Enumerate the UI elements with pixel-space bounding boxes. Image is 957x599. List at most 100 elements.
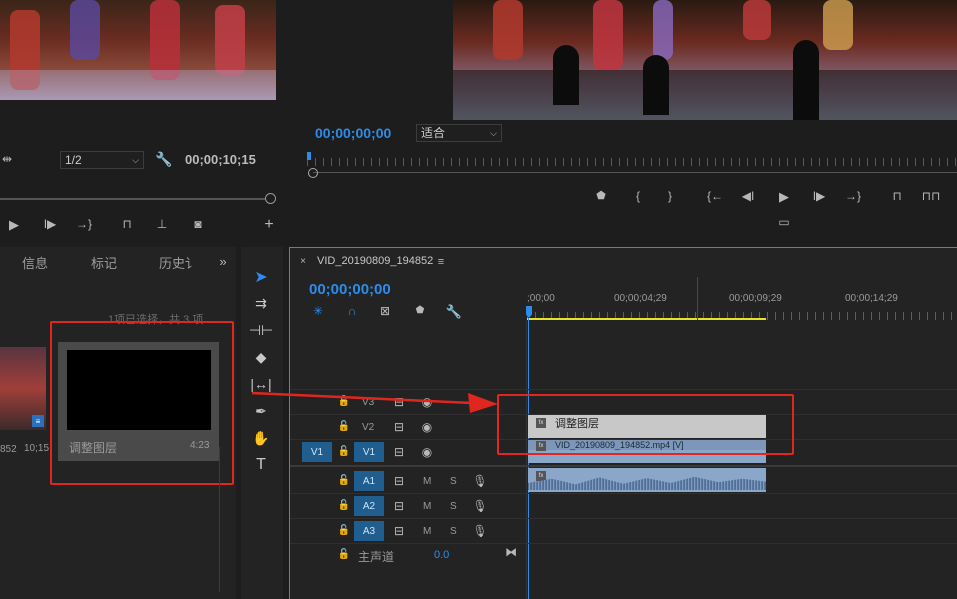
solo-button[interactable]: S bbox=[450, 526, 457, 537]
track-separator bbox=[290, 518, 957, 519]
insert-icon[interactable]: ⊓ bbox=[118, 216, 136, 232]
track-target-a2[interactable]: A2 bbox=[354, 496, 384, 516]
wrench-icon[interactable]: 🔧 bbox=[155, 151, 172, 167]
trim-in-out-icon[interactable]: ⇹ bbox=[0, 151, 14, 167]
toggle-sync-lock-icon[interactable]: ⊟ bbox=[392, 421, 406, 433]
sequence-icon: ≡ bbox=[32, 415, 44, 427]
add-marker-icon[interactable]: ⬟ bbox=[594, 189, 608, 203]
safe-margins-icon[interactable]: ▭ bbox=[775, 215, 793, 229]
program-playhead-timecode[interactable]: 00;00;00;00 bbox=[315, 125, 391, 141]
source-patch-v1[interactable]: V1 bbox=[302, 442, 332, 462]
project-item-prev-duration: 10;15 bbox=[24, 443, 50, 454]
lift-icon[interactable]: ⊓ bbox=[887, 189, 907, 203]
ripple-edit-icon[interactable]: ⊣⊢ bbox=[249, 319, 273, 341]
mute-button[interactable]: M bbox=[423, 501, 431, 512]
sequence-tab-title[interactable]: VID_20190809_194852 bbox=[317, 255, 433, 267]
track-target-a1[interactable]: A1 bbox=[354, 471, 384, 491]
eye-icon[interactable]: ◉ bbox=[420, 421, 434, 433]
add-marker-icon[interactable]: ⬟ bbox=[414, 305, 426, 317]
selection-tool-icon[interactable]: ➤ bbox=[250, 266, 272, 288]
ruler-divider bbox=[697, 277, 698, 320]
track-target-v1[interactable]: V1 bbox=[354, 442, 384, 462]
track-header-divider bbox=[526, 320, 527, 599]
track-label-v1: V1 bbox=[362, 446, 376, 458]
track-label-v2: V2 bbox=[362, 422, 375, 433]
annotation-box-timeline bbox=[497, 394, 794, 455]
camera-icon[interactable]: ◙ bbox=[190, 216, 206, 232]
program-playhead-handle[interactable] bbox=[308, 168, 318, 178]
master-track-label: 主声道 bbox=[358, 550, 395, 564]
microphone-icon[interactable]: 🎙 bbox=[472, 474, 487, 488]
track-select-icon[interactable]: ⇉ bbox=[250, 292, 272, 314]
master-volume-value[interactable]: 0.0 bbox=[434, 549, 449, 561]
solo-button[interactable]: S bbox=[450, 501, 457, 512]
microphone-icon[interactable]: 🎙 bbox=[472, 499, 487, 513]
timeline-timecode[interactable]: 00;00;00;00 bbox=[309, 281, 391, 298]
step-forward-icon[interactable]: I▶ bbox=[42, 216, 58, 232]
lock-icon[interactable]: 🔓 bbox=[338, 446, 350, 458]
mark-out-icon[interactable]: } bbox=[663, 189, 677, 203]
eye-icon[interactable]: ◉ bbox=[420, 446, 434, 458]
program-video-frame bbox=[453, 0, 957, 120]
step-forward-icon[interactable]: I▶ bbox=[811, 189, 827, 203]
tab-info[interactable]: 信息 bbox=[22, 253, 48, 272]
program-ruler[interactable] bbox=[307, 158, 957, 166]
toggle-sync-lock-icon[interactable]: ⊟ bbox=[392, 500, 406, 512]
lock-icon[interactable]: 🔓 bbox=[338, 421, 350, 433]
razor-icon[interactable]: ◆ bbox=[250, 346, 272, 368]
overwrite-icon[interactable]: ⊥ bbox=[153, 216, 171, 232]
fx-badge-icon: fx bbox=[536, 471, 546, 481]
go-to-out-icon[interactable]: →} bbox=[76, 216, 92, 232]
fit-dropdown[interactable]: 适合 ⌵ bbox=[416, 124, 502, 142]
play-icon[interactable]: ▶ bbox=[6, 216, 22, 232]
resolution-dropdown[interactable]: 1/2 ⌵ bbox=[60, 151, 144, 169]
program-monitor: 00;00;00;00 适合 ⌵ ⬟ { } {← ◀I ▶ I▶ →} ⊓ ⊓⊓… bbox=[291, 0, 957, 242]
toggle-sync-lock-icon[interactable]: ⊟ bbox=[392, 475, 406, 487]
annotation-box-project bbox=[50, 321, 234, 485]
source-scrub-bar[interactable] bbox=[0, 198, 265, 200]
microphone-icon[interactable]: 🎙 bbox=[472, 524, 487, 538]
close-icon[interactable]: × bbox=[298, 257, 308, 267]
toggle-sync-lock-icon[interactable]: ⊟ bbox=[392, 525, 406, 537]
track-label-a1: A1 bbox=[362, 475, 376, 487]
source-playhead-handle[interactable] bbox=[265, 193, 276, 204]
mute-button[interactable]: M bbox=[423, 476, 431, 487]
mark-in-icon[interactable]: { bbox=[631, 189, 645, 203]
tab-markers[interactable]: 标记 bbox=[91, 253, 117, 272]
mute-button[interactable]: M bbox=[423, 526, 431, 537]
track-target-a3[interactable]: A3 bbox=[354, 521, 384, 541]
linked-selection-icon[interactable]: ⊠ bbox=[378, 304, 392, 318]
step-back-icon[interactable]: ◀I bbox=[740, 189, 756, 203]
play-icon[interactable]: ▶ bbox=[776, 188, 792, 204]
menu-icon[interactable]: ≡ bbox=[436, 256, 446, 268]
type-icon[interactable]: T bbox=[250, 454, 272, 476]
project-item-prev-thumbnail[interactable]: ≡ bbox=[0, 347, 46, 430]
add-button-icon[interactable]: + bbox=[262, 217, 276, 233]
work-area-bar[interactable] bbox=[527, 318, 766, 320]
ruler-label: 00;00;09;29 bbox=[729, 293, 782, 304]
timeline-settings-icon[interactable]: 🔧 bbox=[446, 303, 462, 319]
solo-button[interactable]: S bbox=[450, 476, 457, 487]
more-panels-icon[interactable]: » bbox=[216, 254, 230, 268]
ruler-label: 00;00;04;29 bbox=[614, 293, 667, 304]
toggle-sync-lock-icon[interactable]: ⊟ bbox=[392, 446, 406, 458]
source-monitor: ⇹ 1/2 ⌵ 🔧 00;00;10;15 ▶ I▶ →} ⊓ ⊥ ◙ + bbox=[0, 0, 286, 242]
nest-icon[interactable]: ✳ bbox=[311, 304, 325, 318]
go-to-in-icon[interactable]: {← bbox=[706, 189, 724, 203]
go-to-out-icon[interactable]: →} bbox=[844, 189, 862, 203]
extract-icon[interactable]: ⊓⊓ bbox=[921, 189, 941, 203]
program-scrub-bar[interactable] bbox=[313, 172, 957, 173]
lock-icon[interactable]: 🔓 bbox=[338, 500, 350, 512]
snap-icon[interactable]: ∩ bbox=[345, 304, 359, 318]
lock-icon[interactable]: 🔓 bbox=[338, 475, 350, 487]
hand-icon[interactable]: ✋ bbox=[250, 427, 272, 449]
lock-icon[interactable]: 🔓 bbox=[338, 549, 350, 561]
chevron-down-icon: ⌵ bbox=[490, 128, 497, 138]
fit-value: 适合 bbox=[421, 126, 446, 140]
audio-clip[interactable]: fx bbox=[528, 468, 766, 492]
project-item-prev-label: 852 bbox=[0, 444, 17, 455]
tab-history[interactable]: 历史讠 bbox=[159, 253, 198, 272]
program-in-marker[interactable] bbox=[307, 152, 311, 160]
lock-icon[interactable]: 🔓 bbox=[338, 525, 350, 537]
master-end-icon[interactable]: ⧓ bbox=[505, 546, 517, 558]
